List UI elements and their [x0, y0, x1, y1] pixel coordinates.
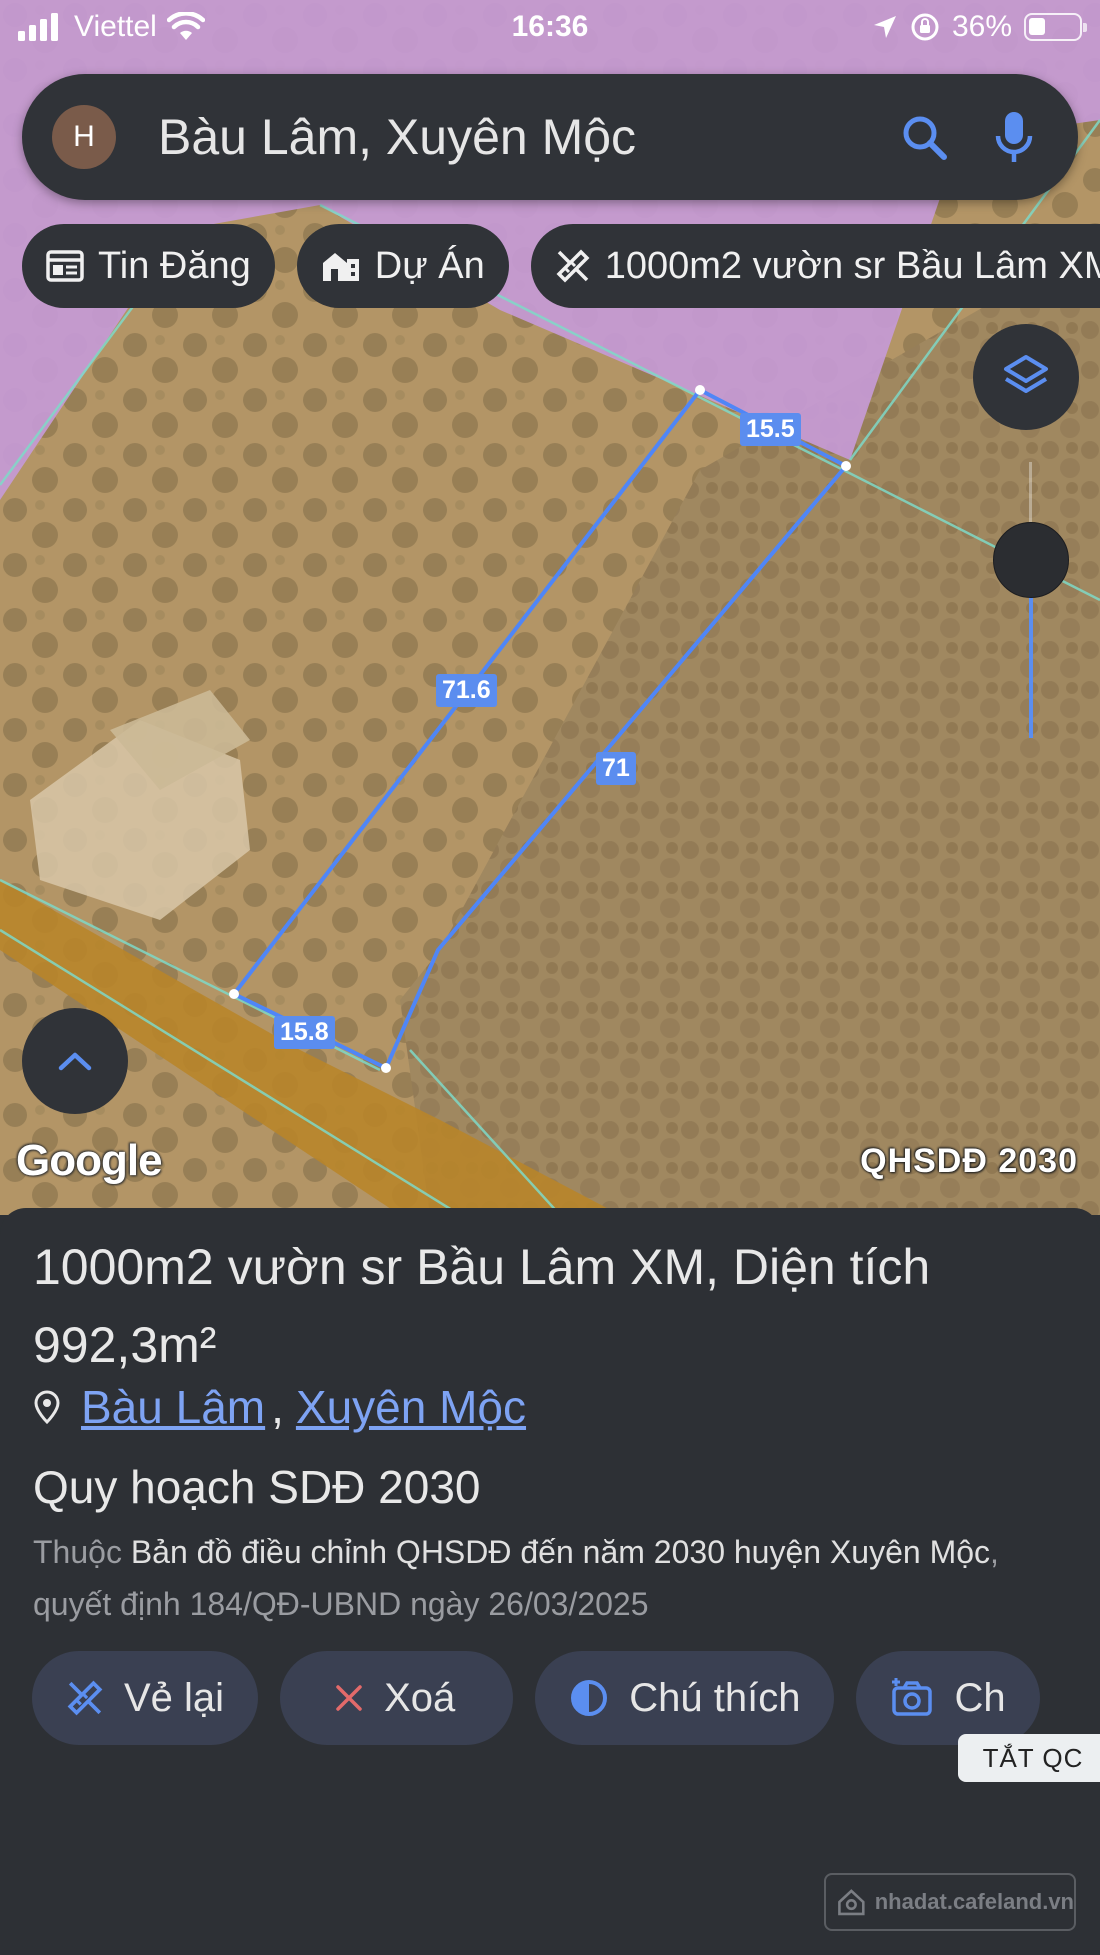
map-layer-label: QHSDĐ 2030	[860, 1142, 1078, 1180]
location-arrow-icon	[873, 16, 896, 38]
capture-label: Ch	[954, 1675, 1006, 1720]
edge-length-label: 15.5	[740, 413, 801, 446]
location-row: Bàu Lâm, Xuyên Mộc	[33, 1380, 526, 1434]
ruler-pencil-icon	[556, 249, 590, 283]
search-icon[interactable]	[894, 107, 954, 167]
search-input[interactable]: Bàu Lâm, Xuyên Mộc	[158, 108, 894, 166]
microphone-icon[interactable]	[984, 107, 1044, 167]
camera-add-icon	[892, 1678, 933, 1716]
district-link[interactable]: Xuyên Mộc	[296, 1380, 526, 1434]
legend-label: Chú thích	[629, 1675, 801, 1720]
edge-length-label: 71	[596, 752, 636, 785]
redraw-label: Vẻ lại	[124, 1675, 225, 1720]
building-icon	[322, 253, 359, 281]
commune-link[interactable]: Bàu Lâm	[81, 1380, 265, 1434]
desc-main: Bản đồ điều chỉnh QHSDĐ đến năm 2030 huy…	[130, 1534, 991, 1570]
legend-button[interactable]: Chú thích	[535, 1651, 835, 1745]
ad-off-button[interactable]: TẮT QC	[958, 1734, 1100, 1782]
chip-label: Tin Đăng	[98, 244, 251, 287]
listing-icon	[46, 250, 84, 282]
chip-listings[interactable]: Tin Đăng	[22, 224, 275, 308]
rotation-lock-icon	[911, 13, 939, 41]
opacity-slider-track[interactable]	[1029, 462, 1032, 522]
delete-label: Xoá	[384, 1675, 456, 1720]
chip-saved-drawing[interactable]: 1000m2 vườn sr Bầu Lâm XM	[530, 224, 1100, 308]
plan-title: Quy hoạch SDĐ 2030	[33, 1461, 481, 1513]
details-panel: 1000m2 vườn sr Bầu Lâm XM, Diện tích 992…	[0, 1208, 1100, 1955]
house-logo-icon	[838, 1889, 865, 1916]
search-bar[interactable]: H Bàu Lâm, Xuyên Mộc	[22, 74, 1078, 200]
capture-button[interactable]: Ch	[856, 1651, 1040, 1745]
listing-title: 1000m2 vườn sr Bầu Lâm XM, Diện tích 992…	[33, 1239, 931, 1373]
expand-up-button[interactable]	[22, 1008, 128, 1114]
contrast-icon	[571, 1680, 608, 1716]
chip-label: 1000m2 vườn sr Bầu Lâm XM	[604, 244, 1100, 287]
battery-percent: 36%	[951, 10, 1012, 43]
status-bar: Viettel 16:36 36%	[0, 0, 1100, 56]
redraw-button[interactable]: Vẻ lại	[32, 1651, 259, 1745]
edge-length-label: 71.6	[436, 674, 497, 707]
filter-chips: Tin Đăng Dự Án 1000m2 vườn sr Bầu Lâm XM	[22, 224, 1100, 308]
battery-icon	[1024, 13, 1087, 41]
chip-projects[interactable]: Dự Án	[296, 224, 509, 308]
delete-button[interactable]: Xoá	[280, 1651, 514, 1745]
chevron-up-icon	[58, 1052, 92, 1071]
app-screen: 15.5 71.6 71 15.8 Google QHSDĐ 2030 Viet…	[0, 0, 1100, 1955]
watermark-text: nhadat.cafeland.vn	[874, 1889, 1074, 1914]
location-pin-icon	[34, 1390, 60, 1424]
opacity-slider-thumb[interactable]	[993, 522, 1069, 598]
redraw-icon	[67, 1680, 103, 1716]
status-right: 36%	[872, 10, 1087, 44]
plan-description: Thuộc Bản đồ điều chỉnh QHSDĐ đến năm 20…	[33, 1526, 1083, 1630]
action-buttons: Vẻ lại Xoá Chú thích Ch	[32, 1651, 1040, 1745]
google-logo: Google	[16, 1136, 163, 1185]
chip-label: Dự Án	[374, 244, 485, 287]
edge-length-label: 15.8	[274, 1016, 335, 1049]
layers-icon	[1004, 355, 1048, 393]
layers-button[interactable]	[973, 324, 1079, 430]
desc-prefix: Thuộc	[33, 1534, 122, 1570]
location-separator: ,	[271, 1381, 284, 1433]
watermark: nhadat.cafeland.vn	[824, 1873, 1076, 1931]
avatar[interactable]: H	[52, 105, 116, 169]
close-icon	[336, 1685, 362, 1711]
